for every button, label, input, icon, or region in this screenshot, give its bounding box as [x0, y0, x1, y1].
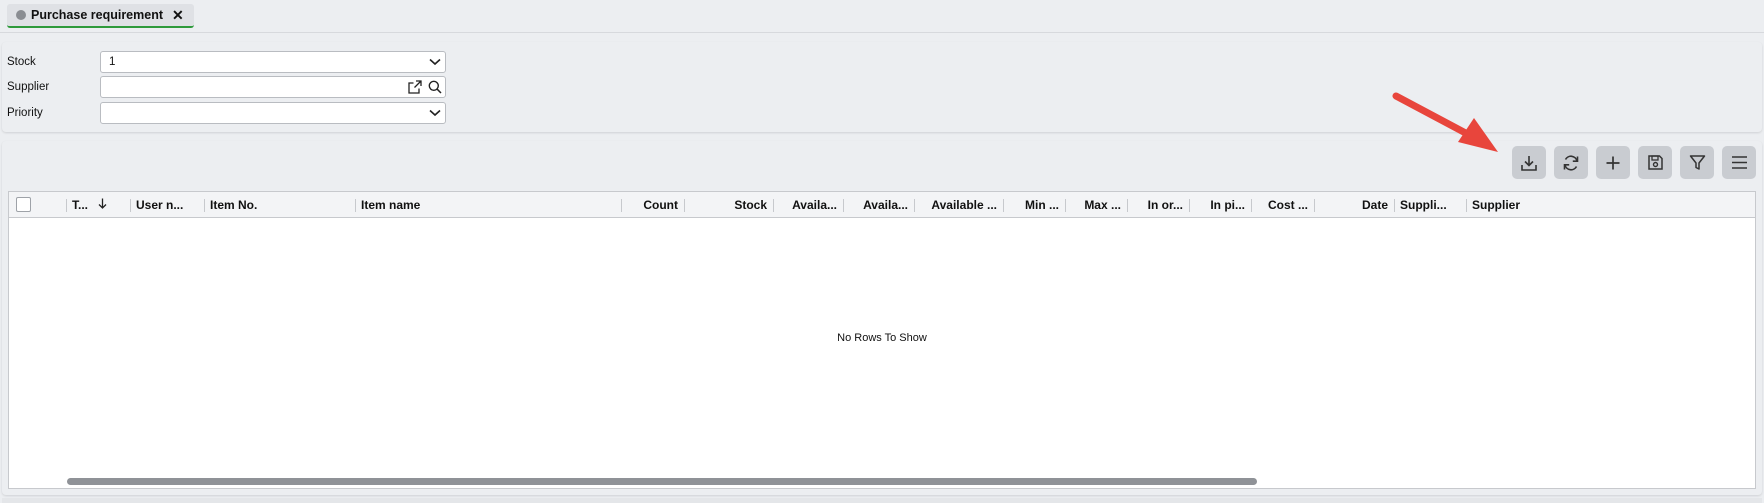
menu-icon	[1731, 156, 1747, 169]
supplier-label: Supplier	[7, 81, 50, 93]
tab-bar: Purchase requirement ✕	[0, 0, 1764, 33]
bottom-bar	[2, 498, 1762, 503]
chevron-down-icon[interactable]	[425, 52, 445, 72]
column-header-available-2[interactable]: Availa...	[843, 192, 914, 218]
annotation-arrow	[1392, 92, 1498, 152]
column-header-available-1[interactable]: Availa...	[773, 192, 843, 218]
refresh-icon	[1563, 154, 1579, 171]
column-header-item-name[interactable]: Item name	[355, 192, 621, 218]
supplier-input[interactable]	[100, 76, 446, 98]
refresh-button[interactable]	[1554, 146, 1588, 179]
save-icon	[1647, 155, 1663, 170]
priority-select[interactable]	[100, 102, 446, 124]
column-header-count[interactable]: Count	[621, 192, 684, 218]
data-grid: T... User n... Item No. Item name Count …	[8, 191, 1756, 489]
column-header-in-picking[interactable]: In pi...	[1189, 192, 1251, 218]
grid-header: T... User n... Item No. Item name Count …	[9, 192, 1755, 218]
chevron-down-icon[interactable]	[425, 103, 445, 123]
grid-panel: T... User n... Item No. Item name Count …	[2, 141, 1762, 495]
tab-purchase-requirement[interactable]: Purchase requirement ✕	[7, 4, 194, 28]
column-header-item-no[interactable]: Item No.	[204, 192, 355, 218]
close-icon[interactable]: ✕	[172, 8, 184, 22]
stock-select[interactable]: 1	[100, 51, 446, 73]
priority-label: Priority	[7, 107, 43, 119]
save-button[interactable]	[1638, 146, 1672, 179]
column-header-min[interactable]: Min ...	[1003, 192, 1065, 218]
plus-icon	[1606, 156, 1620, 169]
select-all-checkbox[interactable]	[16, 197, 31, 212]
column-header-supplier[interactable]: Supplier	[1466, 192, 1566, 218]
stock-value: 1	[109, 56, 116, 68]
open-external-icon[interactable]	[405, 77, 425, 97]
horizontal-scrollbar[interactable]	[67, 478, 1257, 485]
column-header-available-3[interactable]: Available ...	[914, 192, 1003, 218]
stock-label: Stock	[7, 56, 36, 68]
add-button[interactable]	[1596, 146, 1630, 179]
column-header-supplier-no[interactable]: Suppli...	[1394, 192, 1466, 218]
column-header-date[interactable]: Date	[1314, 192, 1394, 218]
search-icon[interactable]	[425, 77, 445, 97]
column-header-max[interactable]: Max ...	[1065, 192, 1127, 218]
grid-toolbar	[1512, 146, 1762, 180]
download-button[interactable]	[1512, 146, 1546, 179]
sort-down-icon	[98, 198, 107, 212]
column-header-stock[interactable]: Stock	[684, 192, 773, 218]
filter-icon	[1689, 155, 1705, 170]
column-header-user-name[interactable]: User n...	[130, 192, 204, 218]
column-header-in-order[interactable]: In or...	[1127, 192, 1189, 218]
download-icon	[1521, 155, 1537, 171]
menu-button[interactable]	[1722, 146, 1756, 179]
filter-button[interactable]	[1680, 146, 1714, 179]
tab-label: Purchase requirement	[31, 8, 163, 22]
empty-grid-message: No Rows To Show	[837, 332, 927, 344]
column-header-type[interactable]: T...	[66, 192, 130, 218]
column-header-cost[interactable]: Cost ...	[1251, 192, 1314, 218]
tab-status-dot	[16, 10, 26, 20]
